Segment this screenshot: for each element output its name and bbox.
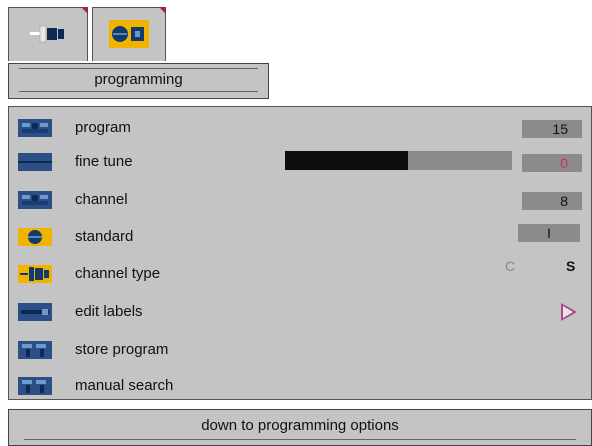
fine-tune-slider[interactable] bbox=[285, 151, 512, 170]
edit-labels-icon bbox=[18, 303, 52, 321]
store-program-icon bbox=[18, 341, 52, 359]
menu-item-label: channel type bbox=[75, 265, 161, 282]
program-value: 15 bbox=[522, 120, 582, 138]
channel-type-option-c[interactable]: C bbox=[505, 258, 515, 274]
play-arrow-icon[interactable] bbox=[561, 303, 577, 326]
menu-item-manual-search[interactable]: manual search bbox=[9, 369, 592, 403]
footer-text: down to programming options bbox=[201, 417, 399, 434]
panel-title-text: programming bbox=[94, 71, 183, 88]
menu-item-channel[interactable]: channel 8 bbox=[9, 183, 592, 217]
standard-value: I bbox=[518, 224, 580, 242]
manual-search-icon bbox=[18, 377, 52, 395]
fine-tune-icon bbox=[18, 153, 52, 171]
menu-item-label: standard bbox=[75, 228, 134, 245]
standard-icon bbox=[109, 20, 149, 53]
fine-tune-slider-fill bbox=[285, 151, 408, 170]
standard-icon bbox=[18, 228, 52, 246]
tab-channel-type[interactable] bbox=[8, 7, 88, 61]
menu-item-label: channel bbox=[75, 191, 128, 208]
footer-hint: down to programming options bbox=[8, 409, 592, 446]
menu-item-label: program bbox=[75, 119, 131, 136]
menu-item-edit-labels[interactable]: edit labels bbox=[9, 295, 592, 329]
menu-item-program[interactable]: program 15 bbox=[9, 111, 592, 145]
panel-title: programming bbox=[8, 63, 269, 99]
channel-type-option-s[interactable]: S bbox=[566, 258, 575, 274]
programming-menu: program 15 fine tune 0 channel 8 standar… bbox=[8, 106, 592, 400]
channel-type-icon bbox=[18, 265, 52, 283]
channel-icon bbox=[18, 191, 52, 209]
menu-item-label: store program bbox=[75, 341, 169, 358]
channel-type-icon bbox=[26, 20, 70, 53]
menu-item-label: manual search bbox=[75, 377, 174, 394]
menu-item-standard[interactable]: standard I bbox=[9, 220, 592, 254]
menu-item-store-program[interactable]: store program bbox=[9, 333, 592, 367]
tab-standard[interactable] bbox=[92, 7, 166, 61]
program-icon bbox=[18, 119, 52, 137]
channel-value: 8 bbox=[522, 192, 582, 210]
tab-corner-marker bbox=[81, 7, 88, 14]
menu-item-label: fine tune bbox=[75, 153, 133, 170]
tab-corner-marker bbox=[159, 7, 166, 14]
menu-item-label: edit labels bbox=[75, 303, 143, 320]
fine-tune-value: 0 bbox=[522, 154, 582, 172]
